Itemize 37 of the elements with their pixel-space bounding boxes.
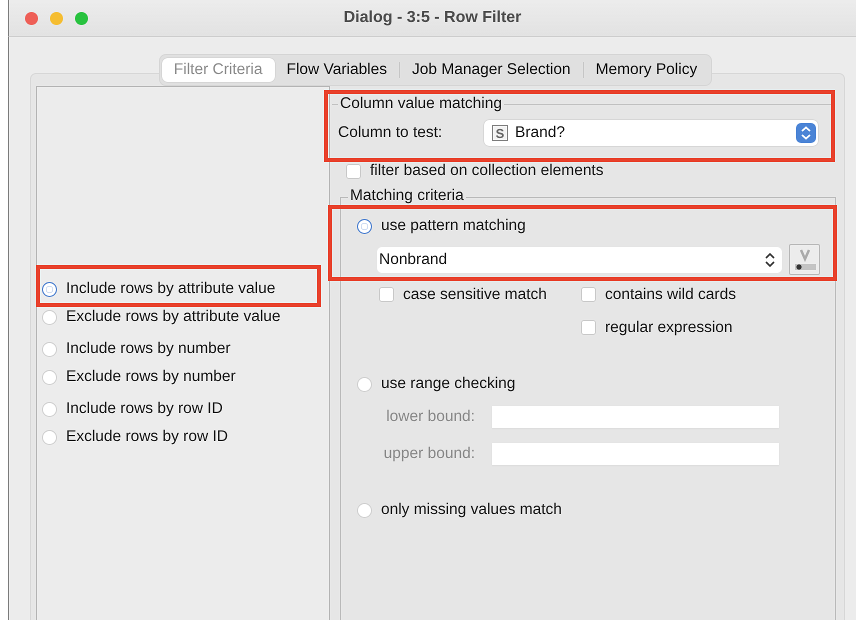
checkbox[interactable]: [379, 287, 394, 302]
stepper-icon: [796, 123, 816, 143]
column-dropdown[interactable]: S Brand?: [484, 120, 818, 146]
radio-label[interactable]: use pattern matching: [381, 217, 526, 235]
checkbox-label[interactable]: filter based on collection elements: [370, 162, 604, 180]
radio-label[interactable]: only missing values match: [381, 501, 562, 519]
group-title: Matching criteria: [348, 187, 466, 205]
tab[interactable]: Memory Policy: [584, 58, 710, 82]
radio-label[interactable]: Exclude rows by attribute value: [66, 308, 281, 326]
radio-button[interactable]: [42, 282, 57, 296]
zoom-button[interactable]: [75, 12, 88, 24]
tab[interactable]: Job Manager Selection: [400, 58, 583, 82]
checkbox-label[interactable]: case sensitive match: [403, 286, 547, 304]
field-label: lower bound:: [385, 408, 475, 426]
radio-label[interactable]: Include rows by row ID: [66, 400, 223, 418]
radio-label[interactable]: Include rows by attribute value: [66, 280, 276, 298]
stepper-icon: [764, 250, 776, 268]
radio-label[interactable]: Exclude rows by row ID: [66, 428, 228, 446]
radio-label[interactable]: Exclude rows by number: [66, 368, 236, 386]
radio-button[interactable]: [357, 218, 372, 234]
radio-label[interactable]: use range checking: [381, 375, 516, 393]
field-label: upper bound:: [382, 445, 475, 463]
checkbox[interactable]: [346, 164, 361, 178]
checkbox[interactable]: [581, 320, 596, 335]
pattern-dropdown[interactable]: Nonbrand: [377, 246, 782, 272]
flow-variable-button[interactable]: [789, 244, 820, 275]
group-title: Column value matching: [338, 95, 504, 113]
close-button[interactable]: [25, 12, 38, 24]
radio-label[interactable]: Include rows by number: [66, 340, 231, 358]
checkbox-label[interactable]: contains wild cards: [605, 286, 736, 304]
string-type-icon: S: [492, 125, 508, 141]
tab[interactable]: Flow Variables: [274, 58, 400, 82]
checkbox-label[interactable]: regular expression: [605, 318, 733, 336]
checkbox[interactable]: [581, 287, 596, 302]
field-label: Column to test:: [338, 124, 444, 142]
window-title: Dialog - 3:5 - Row Filter: [344, 9, 522, 27]
minimize-button[interactable]: [50, 12, 63, 24]
